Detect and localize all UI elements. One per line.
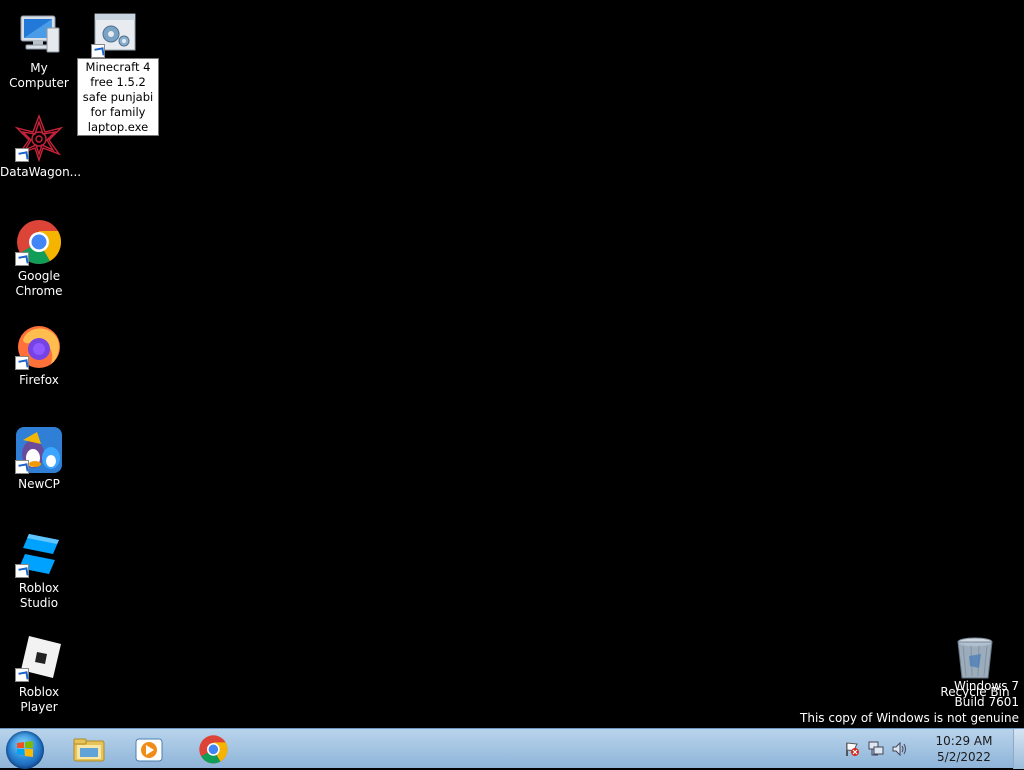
- desktop-icon-label: DataWagon...: [0, 165, 82, 179]
- desktop-icon-label: Google Chrome: [15, 269, 63, 298]
- clock[interactable]: 10:29 AM 5/2/2022: [930, 733, 998, 765]
- shortcut-arrow-icon: [15, 252, 29, 266]
- desktop-icon-my-computer[interactable]: My Computer: [0, 0, 78, 91]
- show-desktop-button[interactable]: [1013, 729, 1024, 769]
- desktop-icon-newcp[interactable]: NewCP: [0, 416, 78, 492]
- explorer-icon: [73, 738, 105, 762]
- taskbar-explorer-button[interactable]: [66, 733, 112, 766]
- desktop-icon-roblox-studio[interactable]: Roblox Studio: [0, 520, 78, 611]
- roblox-studio-icon: [15, 530, 63, 578]
- computer-icon: [15, 10, 63, 58]
- genuine-watermark: Windows 7 Build 7601 This copy of Window…: [800, 678, 1019, 726]
- taskbar: 10:29 AM 5/2/2022: [0, 728, 1024, 769]
- volume-icon[interactable]: [892, 741, 908, 757]
- taskbar-media-player-button[interactable]: [126, 733, 172, 766]
- watermark-os: Windows 7: [953, 679, 1019, 693]
- media-player-icon: [135, 738, 163, 762]
- newcp-icon: [15, 426, 63, 474]
- desktop-icon-label: NewCP: [18, 477, 60, 491]
- desktop-icon-label: Roblox Studio: [18, 581, 60, 610]
- clock-time: 10:29 AM: [935, 734, 993, 748]
- datawagon-icon: [14, 114, 64, 163]
- clock-date: 5/2/2022: [937, 750, 991, 764]
- desktop[interactable]: My Computer Minecraft 4 free 1.5.2 safe …: [0, 0, 1024, 728]
- desktop-icon-label: Roblox Player: [18, 685, 60, 714]
- taskbar-chrome-button[interactable]: [190, 733, 236, 766]
- firefox-icon: [15, 322, 63, 370]
- action-center-icon[interactable]: [844, 741, 860, 757]
- shortcut-arrow-icon: [15, 460, 29, 474]
- shortcut-arrow-icon: [15, 356, 29, 370]
- desktop-icon-installer[interactable]: [76, 0, 154, 58]
- windows-logo-icon: [17, 741, 33, 757]
- shortcut-arrow-icon: [91, 44, 105, 58]
- chrome-icon: [15, 218, 63, 266]
- recycle-bin-icon: [951, 634, 999, 682]
- watermark-notice: This copy of Windows is not genuine: [800, 711, 1019, 725]
- desktop-icon-label: My Computer: [9, 61, 69, 90]
- network-icon[interactable]: [868, 741, 884, 757]
- roblox-player-icon: [15, 634, 63, 682]
- desktop-icon-label: Firefox: [19, 373, 59, 387]
- desktop-icon-google-chrome[interactable]: Google Chrome: [0, 208, 78, 299]
- desktop-icon-firefox[interactable]: Firefox: [0, 312, 78, 388]
- watermark-build: Build 7601: [954, 695, 1019, 709]
- desktop-icon-datawagon[interactable]: DataWagon...: [0, 104, 82, 180]
- installer-icon: [91, 10, 139, 58]
- chrome-icon: [199, 735, 228, 764]
- desktop-icon-roblox-player[interactable]: Roblox Player: [0, 624, 78, 715]
- shortcut-arrow-icon: [15, 148, 29, 162]
- shortcut-arrow-icon: [15, 668, 29, 682]
- shortcut-arrow-icon: [15, 564, 29, 578]
- rename-input[interactable]: Minecraft 4 free 1.5.2 safe punjabi for …: [77, 58, 159, 136]
- start-button[interactable]: [6, 731, 44, 769]
- system-tray: 10:29 AM 5/2/2022: [844, 729, 1012, 769]
